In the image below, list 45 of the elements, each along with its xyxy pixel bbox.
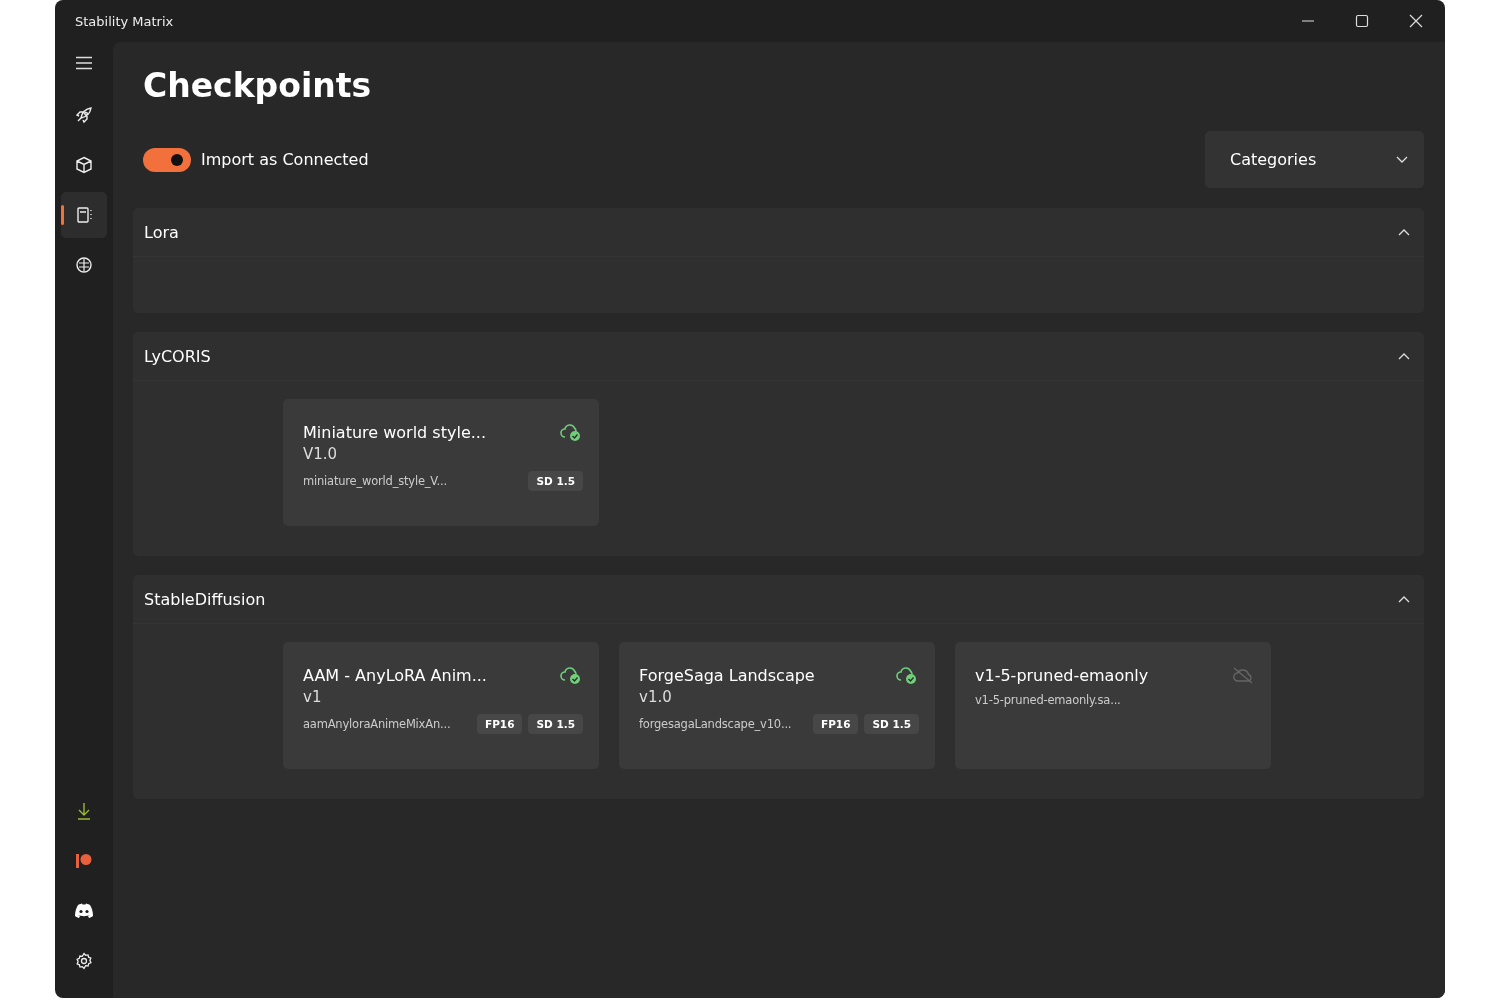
section-header[interactable]: Lora	[133, 208, 1424, 257]
box-icon	[75, 156, 93, 174]
model-tag: SD 1.5	[528, 714, 583, 734]
nav-item[interactable]	[61, 192, 107, 238]
model-tag: FP16	[812, 714, 859, 734]
categories-dropdown[interactable]: Categories	[1205, 131, 1424, 188]
model-title: v1-5-pruned-emaonly	[975, 666, 1149, 685]
rocket-icon	[75, 106, 93, 124]
page-title: Checkpoints	[143, 66, 372, 105]
model-card[interactable]: ForgeSaga Landscape v1.0 forgesagaLandscape_v10... FP16 SD 1.5	[619, 642, 935, 769]
section-title: Lora	[144, 222, 179, 242]
model-tag: FP16	[476, 714, 523, 734]
close-icon[interactable]	[1409, 14, 1423, 28]
model-tag: SD 1.5	[528, 471, 583, 491]
menu-icon[interactable]	[75, 56, 93, 70]
model-filename: forgesagaLandscape_v10...	[639, 717, 793, 731]
discord-icon[interactable]	[74, 903, 94, 919]
model-title: ForgeSaga Landscape	[639, 666, 815, 685]
model-version: v1	[303, 688, 323, 706]
model-version: V1.0	[303, 445, 339, 463]
model-card[interactable]: AAM - AnyLoRA Anim... v1 aamAnyloraAnimeMixAn... FP16 SD 1.5	[283, 642, 599, 769]
globe-icon	[75, 256, 93, 274]
section-title: LyCORIS	[144, 346, 211, 366]
model-title: AAM - AnyLoRA Anim...	[303, 666, 487, 685]
model-tag: SD 1.5	[864, 714, 919, 734]
patreon-icon[interactable]	[75, 852, 93, 870]
model-filename: aamAnyloraAnimeMixAn...	[303, 717, 452, 731]
model-filename: v1-5-pruned-emaonly.sa...	[975, 693, 1122, 707]
section-title: StableDiffusion	[144, 589, 266, 609]
import-toggle[interactable]: Import as Connected	[143, 147, 369, 172]
model-version: v1.0	[639, 688, 673, 706]
model-filename: miniature_world_style_V...	[303, 474, 448, 488]
notebook-icon	[75, 206, 93, 224]
toggle-label: Import as Connected	[201, 150, 369, 169]
toggle-switch[interactable]	[143, 147, 191, 172]
section-header[interactable]: LyCORIS	[133, 332, 1424, 381]
settings-icon[interactable]	[75, 952, 93, 970]
chevron-down-icon	[1396, 155, 1408, 164]
download-icon[interactable]	[76, 802, 92, 820]
section-header[interactable]: StableDiffusion	[133, 575, 1424, 624]
model-card[interactable]: Miniature world style... V1.0 miniature_world_style_V... SD 1.5	[283, 399, 599, 526]
window-title: Stability Matrix	[75, 13, 174, 29]
model-title: Miniature world style...	[303, 423, 486, 442]
maximize-icon[interactable]	[1355, 14, 1369, 28]
model-card[interactable]: v1-5-pruned-emaonly v1-5-pruned-emaonly.sa...	[955, 642, 1271, 769]
